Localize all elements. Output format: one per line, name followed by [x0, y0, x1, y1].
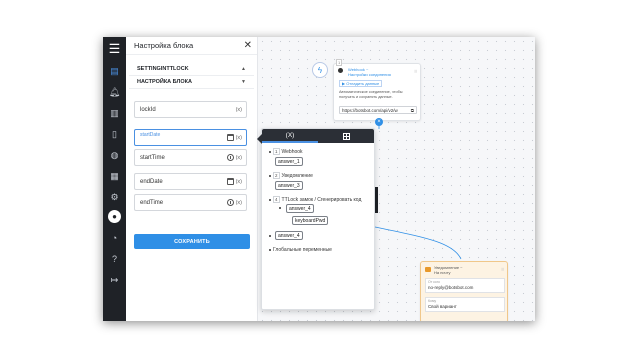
tab-variables[interactable]: (X) — [262, 129, 318, 143]
bullet-icon — [269, 174, 271, 177]
card-subtitle: На почту — [434, 270, 451, 275]
bullet-icon — [269, 249, 271, 251]
var-group-global: Глобальные переменные — [269, 247, 332, 253]
var-subgroup — [269, 235, 271, 237]
document-icon[interactable]: ▤ — [103, 63, 126, 79]
lockid-field[interactable]: lockId (x) — [134, 101, 247, 118]
section-label: SETTINGINTTLOCK — [137, 66, 189, 72]
enddate-field[interactable]: endDate (x) — [134, 173, 247, 190]
calendar-icon[interactable] — [226, 178, 234, 185]
bar-chart-icon[interactable]: ▥ — [103, 105, 126, 121]
var-chip[interactable]: answer_1 — [275, 157, 303, 166]
from-value: no-reply@botsbot.com — [428, 285, 474, 290]
app-window: ☰ ▤ 🔔︎ ▥ ▯ ◍ ▦ ⚙ ● ◔ ? ↦ Настройка блока… — [103, 37, 535, 321]
var-group-webhook: 1 Webhook — [269, 148, 303, 155]
card-number: 1 — [336, 59, 343, 66]
section-block-settings[interactable]: НАСТРОЙКА БЛОКА ▼ — [129, 76, 254, 89]
drag-icon[interactable]: ⠿ — [414, 69, 417, 74]
field-value: startTime — [140, 154, 165, 161]
var-chip[interactable]: answer_3 — [275, 181, 303, 190]
field-placeholder: startDate — [140, 132, 161, 138]
drag-icon[interactable]: ⠿ — [501, 267, 504, 272]
variable-icon[interactable]: (x) — [236, 200, 242, 206]
section-settinginttlock[interactable]: SETTINGINTTLOCK ▲ — [129, 63, 254, 76]
var-group-notification: 2 Уведомление — [269, 172, 313, 179]
variable-icon[interactable]: (x) — [236, 107, 242, 113]
var-subgroup — [279, 207, 281, 209]
webhook-url-field[interactable]: https://botsbot.com/api/v2/w ⧉ — [339, 106, 417, 114]
group-label: Уведомление — [281, 172, 313, 179]
bullet-icon — [269, 235, 271, 237]
left-rail: ☰ ▤ 🔔︎ ▥ ▯ ◍ ▦ ⚙ ● ◔ ? ↦ — [103, 37, 126, 321]
bullet-icon — [269, 150, 271, 153]
close-circle-icon[interactable]: × — [375, 118, 383, 126]
chat-icon[interactable]: ◍ — [103, 147, 126, 163]
menu-icon[interactable]: ☰ — [103, 41, 126, 57]
clock-icon[interactable] — [226, 154, 234, 161]
panel-edge — [375, 187, 378, 213]
from-field[interactable]: От кого no-reply@botsbot.com — [425, 278, 505, 293]
var-group-ttlock: 4 TTLock замок / Сгенерировать код — [269, 196, 361, 203]
group-label: Глобальные переменные — [273, 247, 332, 253]
close-icon[interactable]: ✕ — [244, 40, 252, 51]
group-label: TTLock замок / Сгенерировать код — [281, 196, 362, 203]
block-settings-panel: Настройка блока ✕ SETTINGINTTLOCK ▲ НАСТ… — [126, 37, 258, 321]
var-chip[interactable]: answer_4 — [286, 204, 314, 213]
recipient-field[interactable]: Кому Свой вариант — [425, 297, 505, 312]
variable-icon[interactable]: (x) — [236, 135, 242, 141]
table-icon — [342, 132, 350, 140]
vars-tabs: (X) — [262, 129, 374, 143]
debug-button[interactable]: ▶ Отладить данные — [339, 80, 383, 87]
field-value: endTime — [140, 199, 164, 206]
block-number: 2 — [273, 172, 280, 179]
field-value: lockId — [140, 106, 156, 113]
dashboard-icon[interactable]: ◔ — [103, 230, 126, 246]
bullet-icon — [279, 207, 281, 209]
copy-icon[interactable]: ⧉ — [411, 108, 414, 113]
var-chip[interactable]: keyboardPwd — [292, 216, 329, 225]
notification-card[interactable]: Уведомление ~ На почту ⠿ От кого no-repl… — [420, 261, 508, 321]
help-icon[interactable]: ? — [103, 251, 126, 267]
variable-icon[interactable]: (x) — [236, 179, 242, 185]
card-desc: Автоматическое соединение, чтобы получат… — [339, 90, 403, 99]
save-button[interactable]: СОХРАНИТЬ — [134, 234, 250, 249]
gears-icon[interactable]: ⚙ — [103, 189, 126, 205]
table-icon[interactable]: ▦ — [103, 168, 126, 184]
bullet-icon — [269, 198, 271, 201]
startdate-field[interactable]: startDate (x) — [134, 129, 247, 146]
block-number: 4 — [273, 196, 280, 203]
mail-icon — [425, 267, 431, 272]
card-subtitle: Настройки соединения — [348, 72, 391, 77]
file-icon[interactable]: ▯ — [103, 126, 126, 142]
lightning-icon[interactable]: ϟ — [312, 62, 328, 78]
webhook-card[interactable]: 1 Webhook ~ Настройки соединения ⠿ ▶ Отл… — [333, 59, 421, 121]
block-number: 1 — [273, 148, 280, 155]
variable-icon[interactable]: (x) — [236, 155, 242, 161]
starttime-field[interactable]: startTime (x) — [134, 149, 247, 166]
endtime-field[interactable]: endTime (x) — [134, 194, 247, 211]
calendar-icon[interactable] — [226, 134, 234, 141]
panel-title: Настройка блока — [134, 41, 194, 50]
chevron-up-icon: ▲ — [241, 66, 246, 72]
debug-label: Отладить данные — [346, 81, 380, 86]
var-chip[interactable]: answer_4 — [275, 231, 303, 240]
clock-icon[interactable] — [226, 199, 234, 206]
user-icon[interactable]: ● — [103, 208, 126, 224]
field-value: endDate — [140, 178, 163, 185]
tab-table[interactable] — [318, 129, 374, 143]
chevron-down-icon: ▼ — [241, 79, 246, 85]
bell-icon[interactable]: 🔔︎ — [103, 84, 126, 100]
variables-popover: (X) 1 Webhook answer_1 2 Уведомление answe… — [257, 128, 375, 310]
webhook-icon — [338, 68, 343, 73]
group-label: Webhook — [281, 148, 303, 155]
section-label: НАСТРОЙКА БЛОКА — [137, 79, 192, 85]
recipient-value: Свой вариант — [428, 304, 457, 309]
logout-icon[interactable]: ↦ — [103, 272, 126, 288]
url-value: https://botsbot.com/api/v2/w — [342, 108, 398, 113]
panel-header: Настройка блока ✕ — [126, 37, 257, 55]
